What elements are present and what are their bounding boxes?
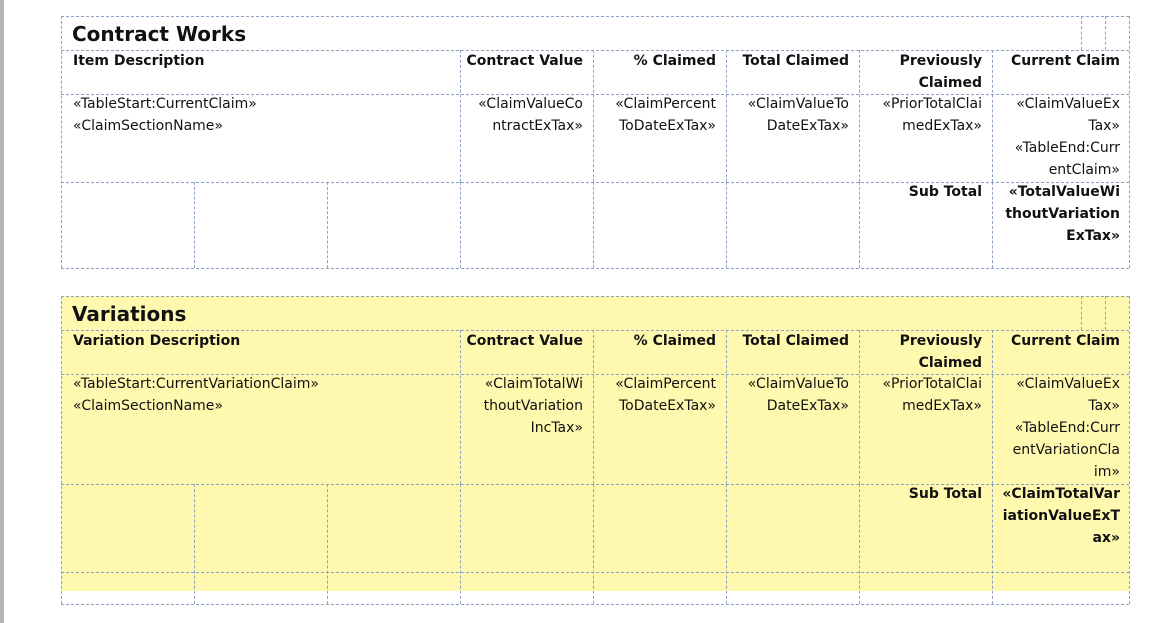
cw-header-current-claim: Current Claim — [1011, 53, 1120, 69]
cw-header-total-claimed: Total Claimed — [742, 53, 849, 69]
var-cell-total-claimed: «ClaimValueTo DateExTax» — [747, 376, 849, 414]
var-header-pct-claimed: % Claimed — [633, 333, 716, 349]
variations-title: Variations — [72, 302, 187, 326]
cw-header-previously-claimed: Previously Claimed — [899, 53, 982, 91]
var-cell-previously-claimed: «PriorTotalClai medExTax» — [882, 376, 982, 414]
cw-cell-previously-claimed: «PriorTotalClai medExTax» — [882, 96, 982, 134]
var-cell-pct-claimed: «ClaimPercent ToDateExTax» — [615, 376, 716, 414]
var-cell-current-claim: «ClaimValueEx Tax» «TableEnd:Curr entVar… — [1012, 376, 1120, 480]
var-header-total-claimed: Total Claimed — [742, 333, 849, 349]
var-subtotal-value: «ClaimTotalVar iationValueExT ax» — [1002, 486, 1120, 546]
window-left-edge — [0, 0, 4, 623]
cw-header-item-description: Item Description — [73, 53, 205, 69]
var-header-current-claim: Current Claim — [1011, 333, 1120, 349]
cw-header-contract-value: Contract Value — [466, 53, 583, 69]
cw-subtotal-label: Sub Total — [908, 184, 982, 200]
var-header-previously-claimed: Previously Claimed — [899, 333, 982, 371]
cw-cell-current-claim: «ClaimValueEx Tax» «TableEnd:Curr entCla… — [1014, 96, 1120, 178]
var-cell-description: «TableStart:CurrentVariationClaim» «Clai… — [73, 376, 319, 414]
var-subtotal-label: Sub Total — [908, 486, 982, 502]
cw-cell-pct-claimed: «ClaimPercent ToDateExTax» — [615, 96, 716, 134]
var-cell-contract-value: «ClaimTotalWi thoutVariation IncTax» — [483, 376, 583, 436]
contract-works-title: Contract Works — [72, 22, 247, 46]
cw-cell-contract-value: «ClaimValueCo ntractExTax» — [478, 96, 583, 134]
cw-cell-description: «TableStart:CurrentClaim» «ClaimSectionN… — [73, 96, 257, 134]
cw-header-pct-claimed: % Claimed — [633, 53, 716, 69]
cw-cell-total-claimed: «ClaimValueTo DateExTax» — [747, 96, 849, 134]
var-header-contract-value: Contract Value — [466, 333, 583, 349]
cw-subtotal-value: «TotalValueWi thoutVariation ExTax» — [1005, 184, 1120, 244]
var-header-variation-description: Variation Description — [73, 333, 241, 349]
